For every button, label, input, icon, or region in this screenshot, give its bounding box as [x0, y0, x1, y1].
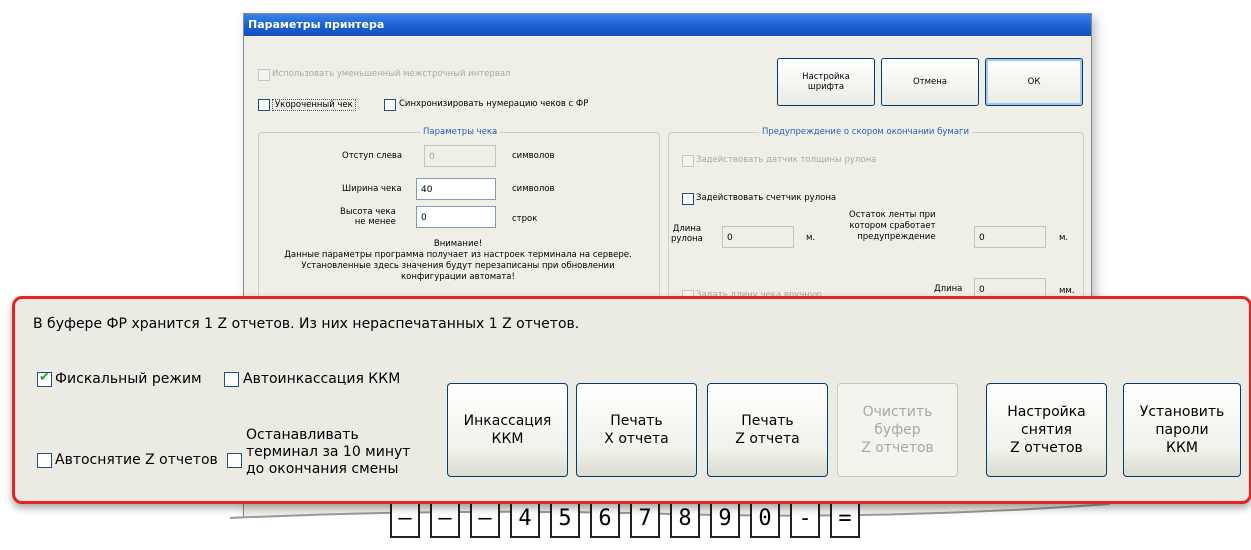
key[interactable]: –: [390, 500, 420, 538]
indent-left-label: Отступ слева: [342, 151, 403, 161]
sync-numbering-label: Синхронизировать нумерацию чеков с ФР: [399, 99, 589, 109]
stop-terminal-label: Останавливать терминал за 10 минут до ок…: [246, 427, 411, 477]
check-height-label: Высота чека не менее: [340, 207, 396, 227]
paper-warning-title: Предупреждение о скором окончании бумаги: [759, 127, 973, 137]
key[interactable]: 5: [550, 500, 580, 538]
z-buffer-info: В буфере ФР хранится 1 Z отчетов. Из них…: [33, 316, 580, 332]
warning-text: Внимание! Данные параметры программа пол…: [284, 239, 632, 282]
tape-rest-unit: м.: [1059, 233, 1069, 243]
height-unit: строк: [512, 214, 538, 224]
reduced-spacing-label: Использовать уменьшенный межстрочный инт…: [272, 69, 511, 79]
key[interactable]: 0: [750, 500, 780, 538]
reduced-spacing-checkbox[interactable]: [258, 69, 270, 81]
key[interactable]: 9: [710, 500, 740, 538]
set-kkm-passwords-button[interactable]: Установить пароли ККМ: [1123, 383, 1241, 477]
roll-length-input[interactable]: 0: [722, 226, 794, 248]
check-width-input[interactable]: 40: [416, 178, 496, 200]
z-report-settings-button[interactable]: Настройка снятия Z отчетов: [986, 383, 1107, 477]
fiscal-panel: В буфере ФР хранится 1 Z отчетов. Из них…: [12, 296, 1251, 504]
ok-button[interactable]: ОК: [985, 58, 1083, 106]
key[interactable]: 7: [630, 500, 660, 538]
roll-sensor-label: Задействовать датчик толщины рулона: [696, 155, 877, 165]
short-check-checkbox[interactable]: [258, 99, 270, 111]
check-width-label: Ширина чека: [342, 184, 402, 194]
auto-collection-checkbox[interactable]: [224, 372, 239, 387]
print-z-report-button[interactable]: Печать Z отчета: [707, 383, 828, 477]
indent-left-input[interactable]: 0: [424, 145, 496, 167]
tape-rest-input[interactable]: 0: [974, 226, 1046, 248]
roll-length-unit: м.: [806, 233, 816, 243]
auto-z-label: Автоснятие Z отчетов: [55, 452, 218, 468]
cash-collection-button[interactable]: Инкассация ККМ: [447, 383, 568, 477]
key[interactable]: –: [430, 500, 460, 538]
key[interactable]: 6: [590, 500, 620, 538]
print-x-report-button[interactable]: Печать X отчета: [576, 383, 697, 477]
font-settings-button[interactable]: Настройка шрифта: [777, 58, 875, 106]
clear-z-buffer-button[interactable]: Очистить буфер Z отчетов: [837, 383, 958, 477]
key[interactable]: –: [470, 500, 500, 538]
cancel-button[interactable]: Отмена: [881, 58, 979, 106]
fiscal-mode-checkbox[interactable]: [37, 370, 52, 387]
short-check-label: Укороченный чек: [272, 99, 356, 111]
check-params-title: Параметры чека: [420, 127, 501, 137]
key[interactable]: 8: [670, 500, 700, 538]
stop-terminal-checkbox[interactable]: [227, 453, 242, 468]
key[interactable]: 4: [510, 500, 540, 538]
tape-rest-label: Остаток ленты при котором сработает пред…: [849, 210, 936, 242]
roll-sensor-checkbox[interactable]: [682, 155, 694, 167]
auto-z-checkbox[interactable]: [37, 453, 52, 468]
length-unit: мм.: [1059, 286, 1075, 296]
indent-unit: символов: [512, 151, 555, 161]
roll-length-label: Длина рулона: [671, 224, 703, 244]
width-unit: символов: [512, 184, 555, 194]
roll-counter-label: Задействовать счетчик рулона: [696, 193, 837, 203]
key[interactable]: -: [790, 500, 820, 538]
roll-counter-checkbox[interactable]: [682, 193, 694, 205]
check-height-input[interactable]: 0: [416, 206, 496, 228]
auto-collection-label: Автоинкассация ККМ: [243, 371, 401, 387]
sync-numbering-checkbox[interactable]: [384, 99, 396, 111]
fiscal-mode-label: Фискальный режим: [55, 371, 202, 387]
key[interactable]: =: [830, 500, 860, 538]
length-label: Длина: [934, 284, 963, 294]
dialog-title: Параметры принтера: [244, 14, 1091, 36]
